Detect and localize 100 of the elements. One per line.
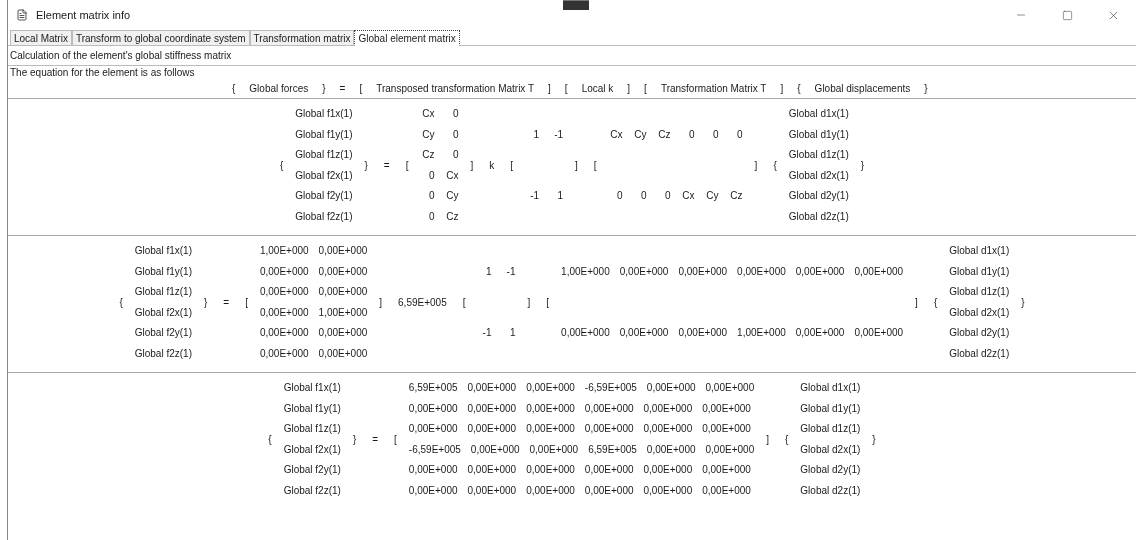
equation-symbol: [: [393, 433, 398, 447]
vector-entry: Global d1z(1): [788, 148, 849, 163]
equation-symbol: {: [772, 159, 778, 173]
matrix-cell-text: Cy: [633, 127, 647, 142]
equation-symbol: =: [371, 433, 380, 447]
vector-entry: Global f1y(1): [134, 264, 192, 279]
equation-symbol: {: [784, 433, 790, 447]
equation-symbol: [: [545, 296, 551, 310]
matrix-cell-text: 0,00E+000: [584, 483, 634, 498]
matrix-cell-text: 0,00E+000: [854, 264, 904, 279]
matrix-cell-text: 0: [712, 127, 719, 142]
matrix-cell-text: Cy: [421, 127, 435, 142]
drag-handle[interactable]: [563, 0, 589, 10]
tab[interactable]: Local Matrix: [10, 30, 72, 45]
matrix-cell-text: 0,00E+000: [259, 346, 309, 361]
legend-token: [: [564, 82, 568, 96]
equation-symbol: ]: [914, 296, 919, 310]
matrix-cell-text: 0,00E+000: [584, 422, 634, 437]
matrix-cell-text: -6,59E+005: [584, 381, 637, 396]
matrix-cell-text: Cz: [445, 209, 459, 224]
equation-symbol: [: [244, 296, 249, 310]
equation-symbol: [: [592, 159, 598, 173]
equation-symbol: ]: [765, 433, 770, 447]
matrix-cell-text: 0,00E+000: [561, 326, 610, 341]
legend-token: {: [797, 82, 801, 96]
matrix-cell-text: 0,00E+000: [408, 422, 458, 437]
vector-entry: Global f1z(1): [134, 285, 192, 300]
matrix-cell-text: 0,00E+000: [854, 326, 904, 341]
matrix-cell-text: 0: [451, 148, 459, 163]
vector-entry: Global d1z(1): [800, 422, 861, 437]
vector-entry: Global f2x(1): [295, 168, 353, 183]
legend-token: ]: [780, 82, 784, 96]
tab[interactable]: Transformation matrix: [249, 30, 355, 45]
matrix-cell-text: 0,00E+000: [795, 326, 845, 341]
matrix-cell-text: 0,00E+000: [470, 442, 520, 457]
matrix-cell-text: -1: [529, 189, 540, 204]
matrix-cell-text: 0,00E+000: [526, 483, 575, 498]
matrix-cell-text: Cz: [421, 148, 435, 163]
matrix-cell-text: 1,00E+000: [318, 305, 368, 320]
matrix-cell-text: 0: [451, 107, 459, 122]
equation-symbol: k: [488, 159, 496, 173]
equation-symbol: {: [278, 159, 285, 173]
equation-symbol: [: [509, 159, 515, 173]
vector-entry: Global f2y(1): [295, 189, 353, 204]
matrix-cell-text: 0: [427, 209, 435, 224]
matrix-cell-text: 0,00E+000: [259, 264, 309, 279]
matrix-cell-text: 0,00E+000: [643, 422, 693, 437]
matrix-cell-text: Cx: [681, 189, 695, 204]
tab[interactable]: Transform to global coordinate system: [71, 30, 250, 45]
vector-entry: Global d2y(1): [800, 463, 861, 478]
matrix-cell-text: -1: [505, 264, 516, 279]
matrix-cell-text: 0: [664, 189, 671, 204]
matrix-cell-text: Cy: [705, 189, 719, 204]
matrix-cell-text: 0,00E+000: [643, 463, 693, 478]
vector-entry: Global f1x(1): [295, 107, 353, 122]
legend-token: [: [644, 82, 647, 96]
matrix-cell-text: 0,00E+000: [467, 422, 517, 437]
matrix-cell-text: 0: [427, 168, 435, 183]
matrix-cell-text: Cx: [445, 168, 459, 183]
legend-token: =: [339, 82, 346, 96]
matrix-cell-text: 0,00E+000: [705, 381, 755, 396]
matrix-cell-text: 0,00E+000: [467, 463, 517, 478]
matrix-cell-text: 0: [736, 127, 743, 142]
matrix-cell-text: 0,00E+000: [702, 401, 751, 416]
legend-token: Transformation Matrix T: [660, 82, 767, 96]
legend-token: {: [232, 82, 236, 96]
matrix-cell-text: 1: [556, 189, 564, 204]
matrix-cell-text: 0,00E+000: [259, 305, 309, 320]
matrix-cell-text: 0,00E+000: [526, 463, 575, 478]
matrix-cell-text: 6,59E+005: [588, 442, 637, 457]
matrix-cell-text: 0,00E+000: [318, 326, 368, 341]
legend-token: [: [359, 82, 363, 96]
document-icon: [16, 9, 28, 21]
vector-entry: Global f1y(1): [283, 401, 341, 416]
equation-symbol: {: [267, 433, 273, 447]
matrix-cell-text: 0: [616, 189, 623, 204]
matrix-cell-text: 0,00E+000: [467, 483, 517, 498]
matrix-cell-text: Cx: [421, 107, 435, 122]
matrix-cell-text: -1: [553, 127, 564, 142]
equation-symbol: }: [1020, 296, 1026, 310]
matrix-cell-text: 0,00E+000: [619, 326, 669, 341]
matrix-cell-text: 0,00E+000: [619, 264, 669, 279]
vector-entry: Global f2z(1): [134, 346, 192, 361]
vector-entry: Global d2x(1): [788, 168, 849, 183]
matrix-cell-text: 0,00E+000: [795, 264, 845, 279]
vector-entry: Global f1z(1): [295, 148, 353, 163]
tab[interactable]: Global element matrix: [354, 30, 460, 46]
vector-entry: Global d1y(1): [788, 127, 849, 142]
vector-entry: Global d1x(1): [800, 381, 861, 396]
legend-token: Local k: [581, 82, 614, 96]
vector-entry: Global f1x(1): [283, 381, 341, 396]
equation-symbol: }: [363, 159, 369, 173]
matrix-cell-text: Cy: [445, 189, 459, 204]
matrix-cell-text: 1: [484, 264, 492, 279]
equation-symbol: ]: [469, 159, 475, 173]
matrix-cell-text: 0,00E+000: [584, 401, 634, 416]
equation-symbol: ]: [574, 159, 579, 173]
matrix-cell-text: 0,00E+000: [259, 326, 309, 341]
vector-entry: Global f2x(1): [134, 305, 192, 320]
matrix-cell-text: Cz: [729, 189, 743, 204]
